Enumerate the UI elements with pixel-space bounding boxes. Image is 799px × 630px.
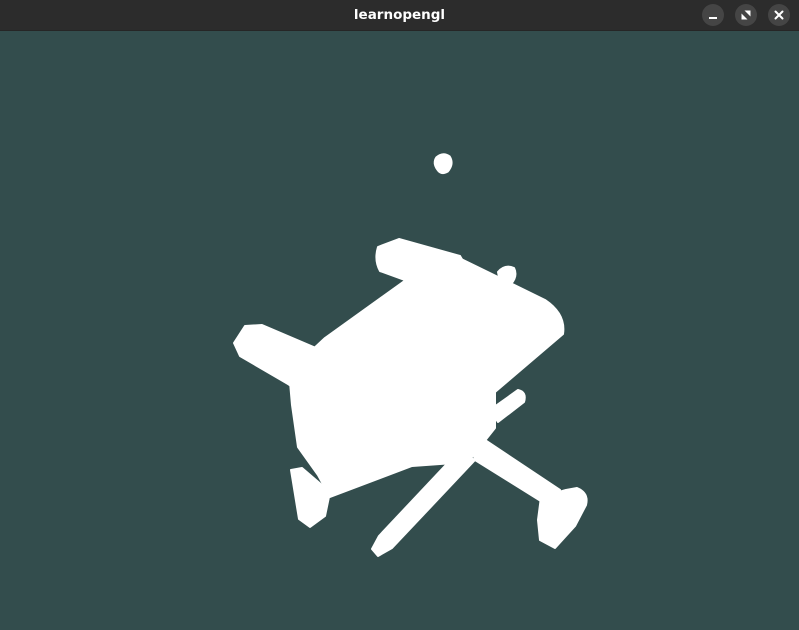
- model-blob-top: [433, 153, 453, 175]
- close-icon: [774, 10, 784, 20]
- minimize-button[interactable]: [702, 4, 724, 26]
- rendered-model: [233, 153, 588, 557]
- maximize-button[interactable]: [735, 4, 757, 26]
- window-title: learnopengl: [353, 7, 446, 23]
- maximize-icon: [741, 10, 751, 20]
- model-right-foot: [537, 487, 588, 549]
- model-body: [289, 255, 565, 498]
- opengl-viewport[interactable]: [0, 31, 799, 630]
- close-button[interactable]: [768, 4, 790, 26]
- minimize-icon: [709, 17, 717, 19]
- app-window: learnopengl: [0, 0, 799, 630]
- title-bar[interactable]: learnopengl: [0, 0, 799, 31]
